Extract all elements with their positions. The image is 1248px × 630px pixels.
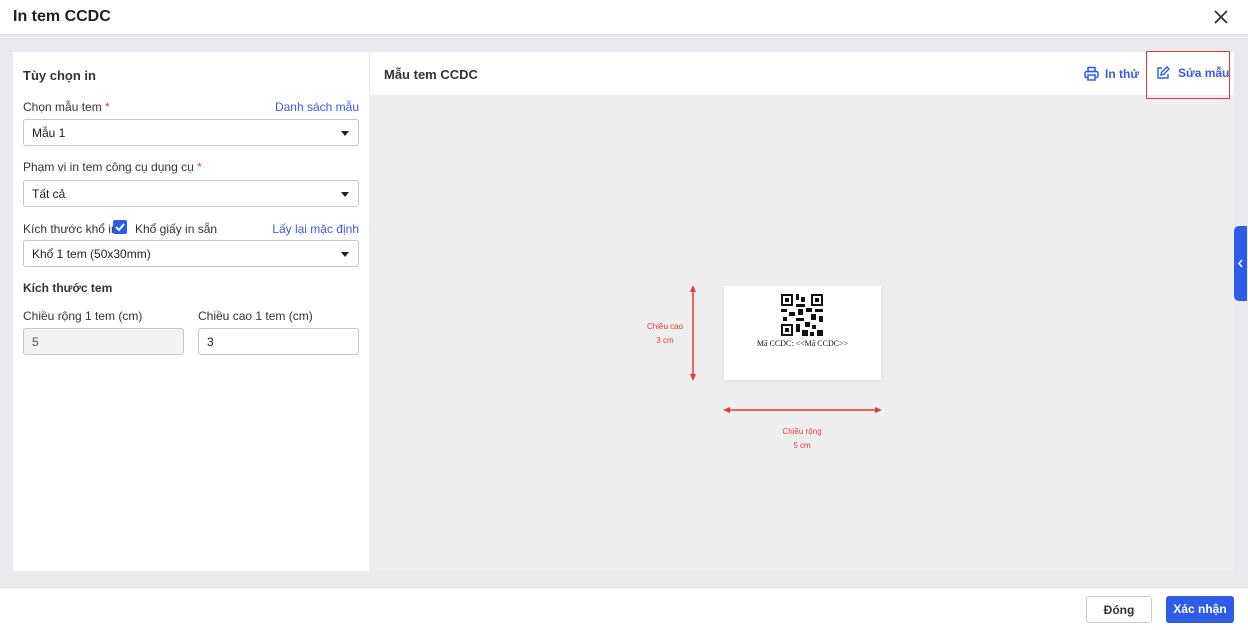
preview-heading: Mẫu tem CCDC xyxy=(384,67,478,82)
preview-header: Mẫu tem CCDC In thử Sửa mẫu xyxy=(370,51,1234,99)
dialog-title: In tem CCDC xyxy=(13,8,111,25)
height-dimension: Chiều cao 3 cm xyxy=(646,322,684,345)
chevron-left-icon xyxy=(1238,259,1243,268)
width-label: Chiều rộng 1 tem (cm) xyxy=(23,309,143,323)
preview-panel: Mẫu tem CCDC In thử Sửa mẫu Mã CCDC: <<M… xyxy=(370,51,1234,571)
template-select[interactable]: Mẫu 1 xyxy=(23,119,359,146)
label-size-heading: Kích thước tem xyxy=(23,281,113,295)
side-panel-toggle[interactable] xyxy=(1234,226,1247,301)
label-preview: Mã CCDC: <<Mã CCDC>> xyxy=(724,286,881,380)
template-label: Chọn mẫu tem * xyxy=(23,100,110,114)
print-options-panel: Tùy chọn in Chọn mẫu tem * Danh sách mẫu… xyxy=(13,52,369,571)
close-button[interactable]: Đóng xyxy=(1086,596,1152,623)
caret-down-icon xyxy=(341,131,349,136)
scope-select[interactable]: Tất cả xyxy=(23,180,359,207)
preset-paper-checkbox[interactable] xyxy=(113,220,127,234)
confirm-button[interactable]: Xác nhận xyxy=(1166,596,1234,623)
close-icon[interactable] xyxy=(1210,6,1232,28)
reset-default-link[interactable]: Lấy lại mặc định xyxy=(272,222,359,236)
preset-paper-label: Khổ giấy in sẵn xyxy=(135,222,218,236)
width-arrow-icon xyxy=(723,407,882,413)
print-test-button[interactable]: In thử xyxy=(1084,66,1139,81)
width-dimension: Chiều rộng 5 cm xyxy=(782,427,822,450)
qr-code-icon xyxy=(781,294,823,336)
caret-down-icon xyxy=(341,252,349,257)
edit-template-button[interactable]: Sửa mẫu xyxy=(1156,66,1229,80)
width-input[interactable]: 5 xyxy=(23,328,184,355)
height-input[interactable]: 3 xyxy=(198,328,359,355)
template-list-link[interactable]: Danh sách mẫu xyxy=(275,100,359,114)
caret-down-icon xyxy=(341,192,349,197)
code-placeholder-text: Mã CCDC: <<Mã CCDC>> xyxy=(756,339,849,348)
paper-size-label: Kích thước khổ in xyxy=(23,222,118,236)
paper-size-select[interactable]: Khổ 1 tem (50x30mm) xyxy=(23,240,359,267)
edit-icon xyxy=(1157,66,1170,79)
printer-icon xyxy=(1084,66,1099,81)
panel-heading: Tùy chọn in xyxy=(23,68,96,83)
dialog-header: In tem CCDC xyxy=(0,0,1248,35)
dialog-footer: Đóng Xác nhận xyxy=(0,587,1248,630)
height-label: Chiều cao 1 tem (cm) xyxy=(198,309,313,323)
scope-label: Phạm vi in tem công cụ dụng cụ * xyxy=(23,160,202,174)
